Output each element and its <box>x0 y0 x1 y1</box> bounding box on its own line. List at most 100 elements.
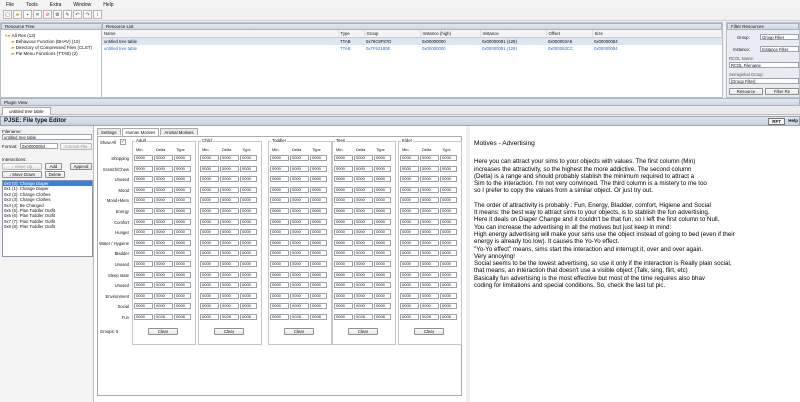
motive-value-field[interactable]: 0000 <box>154 155 173 161</box>
motive-value-field[interactable]: 0000 <box>154 229 173 236</box>
motive-value-field[interactable]: 0000 <box>220 155 239 161</box>
motive-value-field[interactable]: 0000 <box>334 282 353 289</box>
motive-value-field[interactable]: 0000 <box>270 271 289 278</box>
motive-value-field[interactable]: 0000 <box>420 218 439 225</box>
motive-value-field[interactable]: 0000 <box>154 271 173 278</box>
motive-value-field[interactable]: 0000 <box>354 303 373 310</box>
motive-value-field[interactable]: 0000 <box>400 165 419 172</box>
motive-value-field[interactable]: 0000 <box>270 155 289 161</box>
motive-value-field[interactable]: 0000 <box>174 271 191 278</box>
motive-value-field[interactable]: 0000 <box>270 261 289 267</box>
motive-value-field[interactable]: 0000 <box>420 282 439 289</box>
clear-button[interactable]: Clear <box>214 327 244 335</box>
motive-value-field[interactable]: 0000 <box>374 186 391 193</box>
open-icon[interactable]: ▰ <box>13 10 22 19</box>
motive-value-field[interactable]: 0000 <box>200 208 219 214</box>
motive-value-field[interactable]: 0000 <box>400 218 419 225</box>
motive-value-field[interactable]: 0000 <box>220 186 239 193</box>
motive-value-field[interactable]: 0000 <box>174 229 191 236</box>
motive-value-field[interactable]: 0000 <box>334 303 353 310</box>
motive-value-field[interactable]: 0000 <box>310 261 327 267</box>
motive-value-field[interactable]: 0000 <box>154 208 173 214</box>
motive-value-field[interactable]: 0000 <box>400 271 419 278</box>
motive-value-field[interactable]: 0000 <box>334 208 353 214</box>
motive-value-field[interactable]: 0000 <box>374 208 391 214</box>
col-size[interactable]: Size <box>592 30 722 38</box>
motive-value-field[interactable]: 0000 <box>290 282 309 289</box>
redo-icon[interactable]: ↷ <box>83 10 92 19</box>
motive-value-field[interactable]: 0000 <box>154 282 173 289</box>
motive-value-field[interactable]: 0000 <box>200 314 219 320</box>
motive-value-field[interactable]: 0000 <box>154 218 173 225</box>
motive-value-field[interactable]: 0000 <box>290 229 309 236</box>
motive-value-field[interactable]: 0000 <box>290 197 309 204</box>
motive-value-field[interactable]: 0000 <box>334 229 353 236</box>
motive-value-field[interactable]: 0000 <box>154 292 173 299</box>
motive-value-field[interactable]: 0028 <box>354 314 373 320</box>
motive-value-field[interactable]: 0000 <box>354 229 373 236</box>
motive-value-field[interactable]: 0000 <box>134 155 153 161</box>
motive-value-field[interactable]: 0000 <box>420 303 439 310</box>
motive-value-field[interactable]: 0000 <box>334 155 353 161</box>
motive-value-field[interactable]: 0000 <box>400 261 419 267</box>
motive-value-field[interactable]: 0000 <box>200 271 219 278</box>
table-row[interactable]: untitled tree table TTAB 0x79C8F87D 0x00000… <box>102 37 722 45</box>
motive-value-field[interactable]: 0000 <box>134 271 153 278</box>
motive-value-field[interactable]: 0000 <box>334 239 353 246</box>
motive-value-field[interactable]: 0000 <box>240 239 257 246</box>
motive-value-field[interactable]: 0000 <box>270 229 289 236</box>
motive-value-field[interactable]: 0000 <box>334 186 353 193</box>
motive-value-field[interactable]: 0000 <box>200 303 219 310</box>
motive-value-field[interactable]: 0000 <box>200 186 219 193</box>
motive-value-field[interactable]: 0000 <box>420 186 439 193</box>
motive-value-field[interactable]: 0000 <box>374 218 391 225</box>
motive-value-field[interactable]: 0000 <box>154 176 173 183</box>
motive-value-field[interactable]: 0000 <box>420 208 439 214</box>
new-icon[interactable]: ▢ <box>3 10 12 19</box>
tab-animal-motives[interactable]: Animal Motives <box>160 128 198 135</box>
motive-value-field[interactable]: 0000 <box>270 176 289 183</box>
motive-value-field[interactable]: 0000 <box>310 282 327 289</box>
motive-value-field[interactable]: 0000 <box>334 271 353 278</box>
menu-window[interactable]: Window <box>73 2 91 8</box>
motive-value-field[interactable]: 0000 <box>174 218 191 225</box>
motive-value-field[interactable]: 0000 <box>420 292 439 299</box>
motive-value-field[interactable]: 0000 <box>354 292 373 299</box>
filename-input[interactable]: untitled tree table <box>2 134 92 140</box>
motive-value-field[interactable]: 0000 <box>134 176 153 183</box>
motive-value-field[interactable]: 0000 <box>154 197 173 204</box>
motive-value-field[interactable]: 0000 <box>134 282 153 289</box>
motive-value-field[interactable]: 0000 <box>270 165 289 172</box>
motive-value-field[interactable]: 0000 <box>154 261 173 267</box>
col-type[interactable]: Type <box>338 30 365 38</box>
motive-value-field[interactable]: 0000 <box>200 292 219 299</box>
motive-value-field[interactable]: 0000 <box>134 218 153 225</box>
tree-item-ttab[interactable]: ▰ Pie Menu Functions (TTAB) (2) <box>11 51 78 57</box>
motive-value-field[interactable]: 0000 <box>374 303 391 310</box>
motive-value-field[interactable]: 0000 <box>200 218 219 225</box>
append-button[interactable]: Append <box>70 163 92 170</box>
motive-value-field[interactable]: 0000 <box>310 176 327 183</box>
delete-button[interactable]: Delete <box>45 171 65 178</box>
motive-value-field[interactable]: 0000 <box>240 176 257 183</box>
add-button[interactable]: Add <box>45 163 62 170</box>
clear-button[interactable]: Clear <box>148 327 178 335</box>
motive-value-field[interactable]: 0000 <box>174 165 191 172</box>
undo-icon[interactable]: ↶ <box>73 10 82 19</box>
motive-value-field[interactable]: 0000 <box>200 197 219 204</box>
motive-value-field[interactable]: 0028 <box>420 314 439 320</box>
motive-value-field[interactable]: 0000 <box>174 197 191 204</box>
motive-value-field[interactable]: 0028 <box>290 314 309 320</box>
motive-value-field[interactable]: 0000 <box>174 186 191 193</box>
motive-value-field[interactable]: 0000 <box>290 176 309 183</box>
motive-value-field[interactable]: 0000 <box>334 197 353 204</box>
motive-value-field[interactable]: 0000 <box>310 239 327 246</box>
close-icon[interactable]: ✕ <box>33 10 42 19</box>
motive-value-field[interactable]: 0000 <box>440 197 457 204</box>
motive-value-field[interactable]: 0000 <box>200 176 219 183</box>
motive-value-field[interactable]: 0000 <box>420 155 439 161</box>
motive-value-field[interactable]: 0000 <box>134 197 153 204</box>
motive-value-field[interactable]: 0000 <box>290 303 309 310</box>
motive-value-field[interactable]: 0000 <box>220 176 239 183</box>
motive-value-field[interactable]: 0000 <box>400 155 419 161</box>
